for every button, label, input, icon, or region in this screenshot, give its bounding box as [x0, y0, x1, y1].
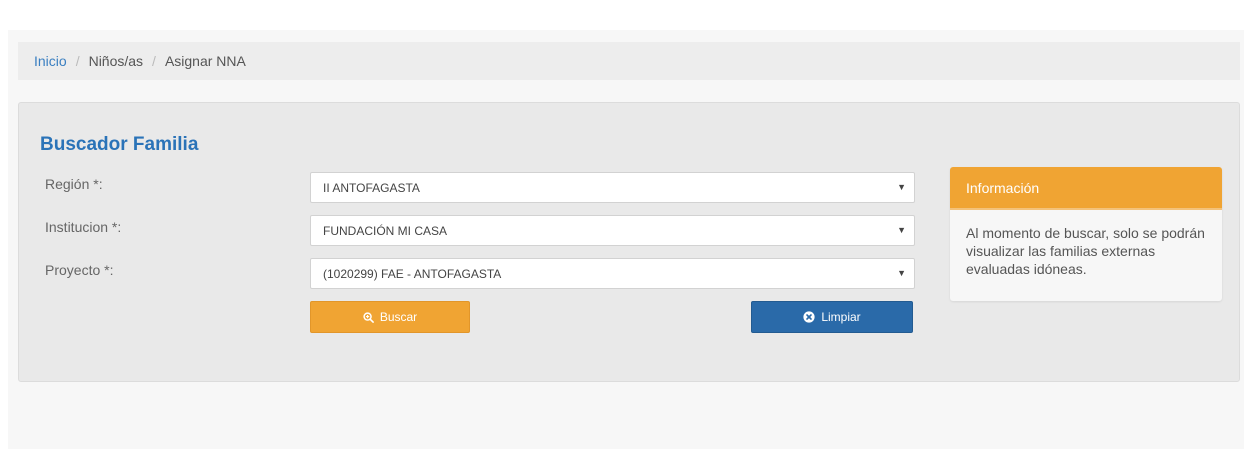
buscar-button-label: Buscar: [379, 310, 418, 324]
region-label: Región *:: [45, 176, 103, 192]
institucion-select-value: FUNDACIÓN MI CASA: [323, 223, 448, 238]
proyecto-select[interactable]: (1020299) FAE - ANTOFAGASTA ▼: [310, 258, 915, 289]
info-box: Información Al momento de buscar, solo s…: [950, 167, 1222, 301]
chevron-down-icon: ▼: [897, 268, 906, 278]
breadcrumb: Inicio / Niños/as / Asignar NNA: [18, 42, 1240, 80]
breadcrumb-separator: /: [75, 53, 80, 69]
panel-title: Buscador Familia: [40, 134, 199, 155]
region-select-value: II ANTOFAGASTA: [323, 180, 420, 195]
limpiar-button-label: Limpiar: [821, 310, 861, 324]
limpiar-button[interactable]: Limpiar: [751, 301, 913, 333]
zoom-in-icon: [363, 311, 374, 323]
info-box-title: Información: [950, 167, 1222, 210]
buscar-button[interactable]: Buscar: [310, 301, 470, 333]
region-select[interactable]: II ANTOFAGASTA ▼: [310, 172, 915, 203]
institucion-label: Institucion *:: [45, 219, 122, 235]
proyecto-select-value: (1020299) FAE - ANTOFAGASTA: [323, 266, 502, 281]
breadcrumb-item-ninos: Niños/as: [88, 53, 144, 69]
chevron-down-icon: ▼: [897, 182, 906, 192]
breadcrumb-item-inicio[interactable]: Inicio: [34, 53, 67, 69]
breadcrumb-separator: /: [152, 53, 156, 69]
info-box-text: Al momento de buscar, solo se podrán vis…: [966, 225, 1205, 277]
chevron-down-icon: ▼: [897, 225, 906, 235]
search-panel: Buscador Familia Región *: II ANTOFAGAST…: [18, 102, 1240, 382]
proyecto-label: Proyecto *:: [45, 262, 114, 278]
remove-circle-icon: [803, 311, 815, 323]
institucion-select[interactable]: FUNDACIÓN MI CASA ▼: [310, 215, 915, 246]
breadcrumb-item-asignar-nna: Asignar NNA: [164, 53, 246, 69]
